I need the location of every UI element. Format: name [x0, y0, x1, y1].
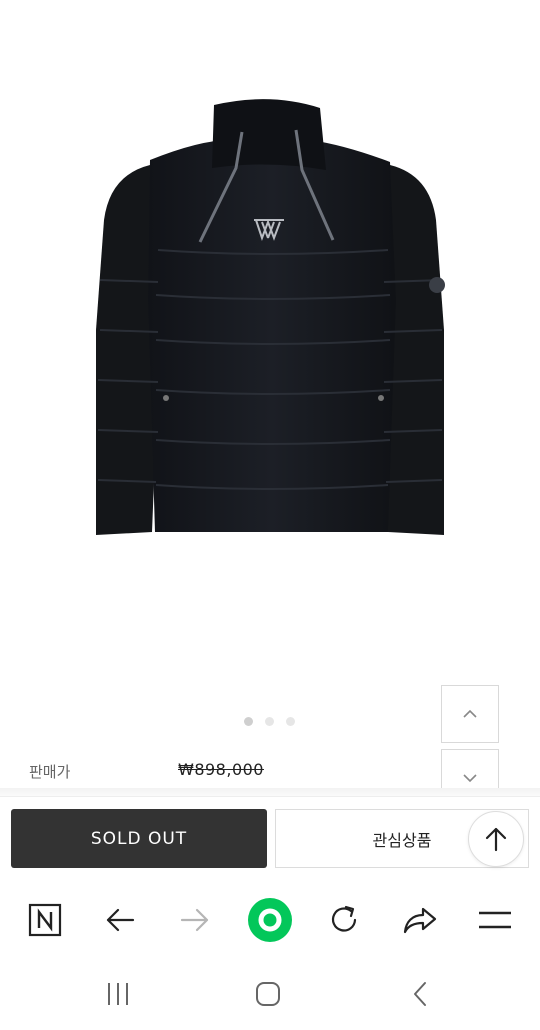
recent-apps-icon[interactable] — [94, 976, 142, 1012]
carousel-dot-2[interactable] — [265, 717, 274, 726]
chevron-up-icon — [463, 709, 477, 718]
scroll-to-top-button[interactable] — [468, 811, 524, 867]
naver-icon[interactable] — [21, 898, 69, 942]
back-arrow-icon[interactable] — [96, 898, 144, 942]
share-icon[interactable] — [396, 898, 444, 942]
section-divider — [0, 788, 540, 796]
chevron-down-icon — [463, 774, 477, 783]
home-circle-icon[interactable] — [246, 898, 294, 942]
jacket-illustration — [96, 99, 445, 535]
carousel-dot-3[interactable] — [286, 717, 295, 726]
scroll-up-button[interactable] — [441, 685, 499, 743]
sold-out-button[interactable]: SOLD OUT — [11, 809, 267, 868]
carousel-dot-1[interactable] — [244, 717, 253, 726]
product-image[interactable] — [0, 0, 540, 700]
back-icon[interactable] — [396, 976, 444, 1012]
forward-arrow-icon[interactable] — [171, 898, 219, 942]
menu-icon[interactable] — [471, 898, 519, 942]
price-value: ₩898,000 — [178, 760, 264, 779]
home-icon[interactable] — [244, 976, 292, 1012]
price-label: 판매가 — [29, 763, 71, 781]
arrow-up-icon — [485, 827, 507, 852]
refresh-icon[interactable] — [320, 898, 368, 942]
